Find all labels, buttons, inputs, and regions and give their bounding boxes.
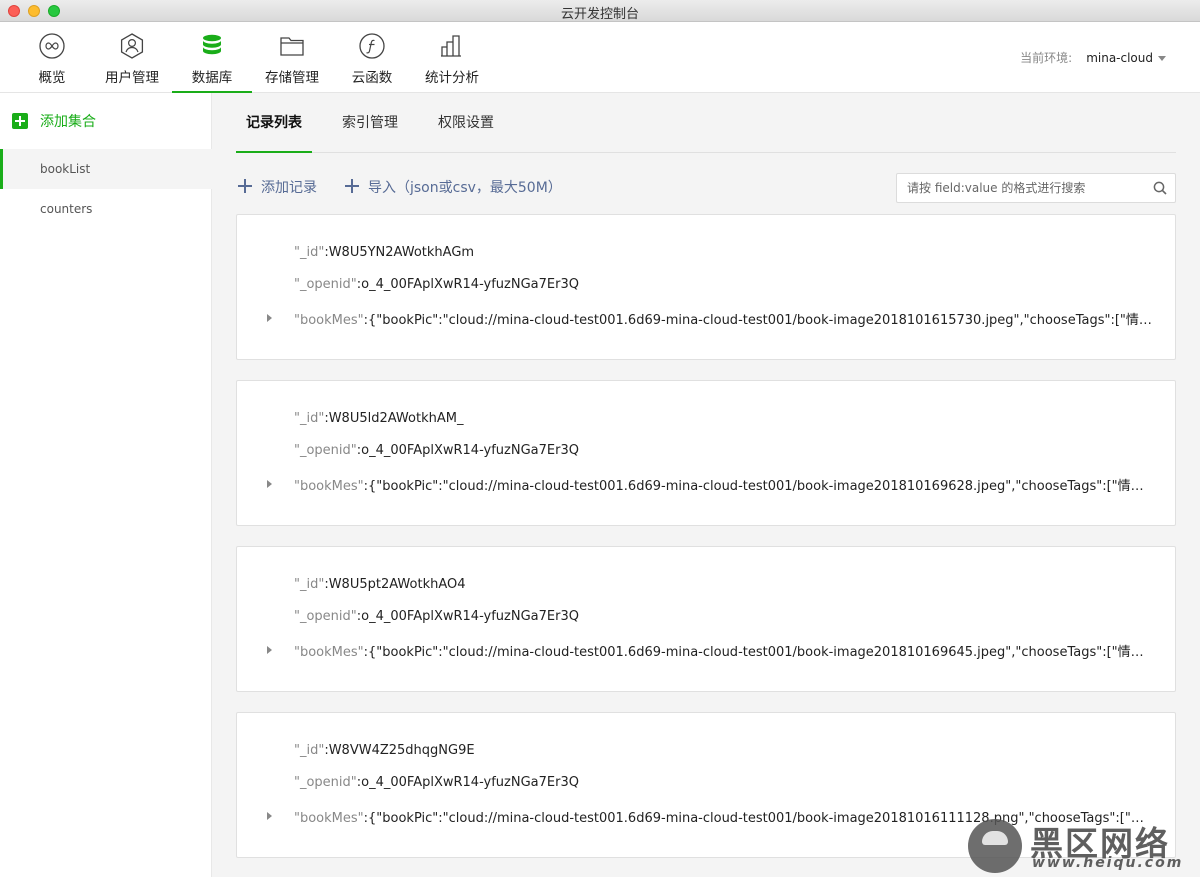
record-openid-field: "_openid":o_4_00FAplXwR14-yfuzNGa7Er3Q xyxy=(294,775,579,790)
field-value: :{"bookPic":"cloud://mina-cloud-test001.… xyxy=(363,479,1154,494)
function-icon xyxy=(359,33,385,59)
environment-selector: 当前环境: mina-cloud xyxy=(1020,49,1166,66)
tab-permission-settings[interactable]: 权限设置 xyxy=(438,93,494,153)
field-key: "bookMes" xyxy=(294,645,364,660)
expand-triangle-icon[interactable] xyxy=(267,314,272,322)
record-card: "_id":W8U5ld2AWotkhAM_ "_openid":o_4_00F… xyxy=(236,380,1176,526)
plus-icon xyxy=(345,179,359,193)
tool-storage[interactable]: 存储管理 xyxy=(258,22,326,93)
user-icon xyxy=(120,33,144,59)
search-input[interactable] xyxy=(897,174,1147,202)
field-key: "bookMes" xyxy=(294,811,364,826)
field-key: "_id" xyxy=(294,743,325,758)
tab-record-list[interactable]: 记录列表 xyxy=(236,93,312,153)
watermark-url: www.heiqu.com xyxy=(1032,855,1184,871)
main-toolbar: 概览 用户管理 数据库 存储管理 云函数 统计分析 当前环境: mina-clo… xyxy=(0,22,1200,93)
field-key: "_openid" xyxy=(294,443,357,458)
database-icon xyxy=(203,34,221,55)
record-id-field: "_id":W8U5pt2AWotkhAO4 xyxy=(294,577,466,592)
tool-database[interactable]: 数据库 xyxy=(172,22,252,93)
add-collection-label: 添加集合 xyxy=(40,114,96,130)
add-record-button[interactable]: 添加记录 xyxy=(238,177,317,199)
field-value: :o_4_00FAplXwR14-yfuzNGa7Er3Q xyxy=(356,609,579,624)
tab-bar: 记录列表 索引管理 权限设置 xyxy=(236,93,1176,153)
record-id-field: "_id":W8VW4Z25dhqgNG9E xyxy=(294,743,475,758)
folder-icon xyxy=(280,37,304,56)
field-value: :{"bookPic":"cloud://mina-cloud-test001.… xyxy=(363,313,1154,328)
tool-label: 用户管理 xyxy=(105,70,159,86)
field-key: "bookMes" xyxy=(294,479,364,494)
record-openid-field: "_openid":o_4_00FAplXwR14-yfuzNGa7Er3Q xyxy=(294,609,579,624)
record-bookmes-field: "bookMes":{"bookPic":"cloud://mina-cloud… xyxy=(294,475,1154,494)
watermark-logo-icon xyxy=(968,819,1022,873)
record-card: "_id":W8U5pt2AWotkhAO4 "_openid":o_4_00F… xyxy=(236,546,1176,692)
import-label: 导入（json或csv，最大50M） xyxy=(368,180,562,196)
record-id-field: "_id":W8U5ld2AWotkhAM_ xyxy=(294,411,463,426)
tool-label: 数据库 xyxy=(191,70,233,86)
field-key: "_id" xyxy=(294,577,325,592)
import-button[interactable]: 导入（json或csv，最大50M） xyxy=(345,177,562,199)
tool-cloud-functions[interactable]: 云函数 xyxy=(342,22,402,93)
expand-triangle-icon[interactable] xyxy=(267,812,272,820)
bar-chart-icon xyxy=(441,35,461,57)
field-value: :W8U5ld2AWotkhAM_ xyxy=(324,411,464,426)
field-value: :W8U5YN2AWotkhAGm xyxy=(324,245,475,260)
record-bookmes-field: "bookMes":{"bookPic":"cloud://mina-cloud… xyxy=(294,309,1154,328)
record-bookmes-field: "bookMes":{"bookPic":"cloud://mina-cloud… xyxy=(294,641,1154,660)
collection-sidebar: 添加集合 bookList counters xyxy=(0,93,212,877)
main-panel: 记录列表 索引管理 权限设置 添加记录 导入（json或csv，最大50M） "… xyxy=(213,93,1200,877)
add-record-label: 添加记录 xyxy=(261,180,317,196)
tool-user-management[interactable]: 用户管理 xyxy=(98,22,166,93)
collection-item-booklist[interactable]: bookList xyxy=(0,149,212,189)
collection-item-counters[interactable]: counters xyxy=(0,189,212,229)
title-bar: 云开发控制台 xyxy=(0,0,1200,22)
field-value: :{"bookPic":"cloud://mina-cloud-test001.… xyxy=(363,645,1154,660)
record-id-field: "_id":W8U5YN2AWotkhAGm xyxy=(294,245,474,260)
field-key: "_openid" xyxy=(294,609,357,624)
search-icon[interactable] xyxy=(1153,181,1167,195)
tool-label: 存储管理 xyxy=(265,70,319,86)
field-key: "bookMes" xyxy=(294,313,364,328)
field-key: "_id" xyxy=(294,411,325,426)
tool-label: 概览 xyxy=(38,70,66,86)
environment-label: 当前环境: xyxy=(1020,51,1073,65)
field-value: :o_4_00FAplXwR14-yfuzNGa7Er3Q xyxy=(356,277,579,292)
field-value: :W8U5pt2AWotkhAO4 xyxy=(324,577,466,592)
expand-triangle-icon[interactable] xyxy=(267,646,272,654)
field-key: "_openid" xyxy=(294,775,357,790)
search-box xyxy=(896,173,1176,203)
field-value: :o_4_00FAplXwR14-yfuzNGa7Er3Q xyxy=(356,775,579,790)
expand-triangle-icon[interactable] xyxy=(267,480,272,488)
plus-square-icon xyxy=(12,113,28,129)
infinity-icon xyxy=(39,33,65,59)
field-value: :W8VW4Z25dhqgNG9E xyxy=(324,743,475,758)
tool-overview[interactable]: 概览 xyxy=(22,22,82,93)
tab-index-management[interactable]: 索引管理 xyxy=(342,93,398,153)
record-openid-field: "_openid":o_4_00FAplXwR14-yfuzNGa7Er3Q xyxy=(294,277,579,292)
record-openid-field: "_openid":o_4_00FAplXwR14-yfuzNGa7Er3Q xyxy=(294,443,579,458)
watermark: 黑区网络 www.heiqu.com xyxy=(968,817,1194,873)
tool-statistics[interactable]: 统计分析 xyxy=(418,22,486,93)
field-key: "_id" xyxy=(294,245,325,260)
chevron-down-icon[interactable] xyxy=(1158,56,1166,61)
tool-label: 云函数 xyxy=(351,70,393,86)
window-title: 云开发控制台 xyxy=(560,7,639,22)
environment-dropdown[interactable]: mina-cloud xyxy=(1086,51,1153,65)
field-key: "_openid" xyxy=(294,277,357,292)
record-card: "_id":W8U5YN2AWotkhAGm "_openid":o_4_00F… xyxy=(236,214,1176,360)
tool-label: 统计分析 xyxy=(425,70,479,86)
plus-icon xyxy=(238,179,252,193)
field-value: :o_4_00FAplXwR14-yfuzNGa7Er3Q xyxy=(356,443,579,458)
